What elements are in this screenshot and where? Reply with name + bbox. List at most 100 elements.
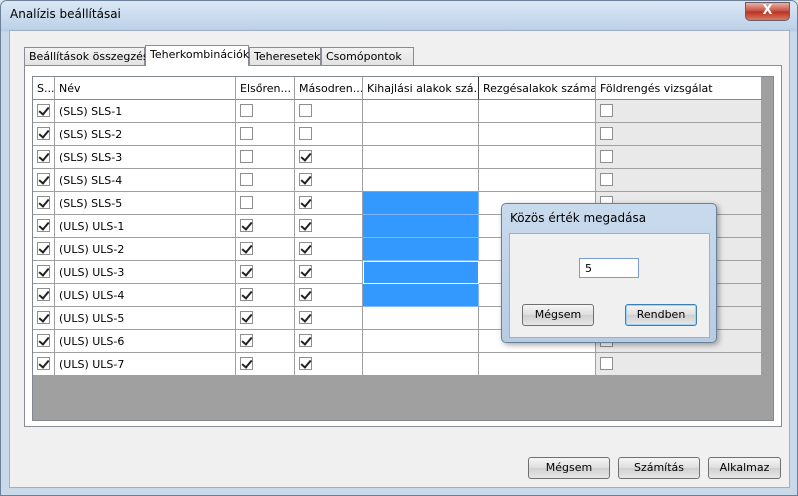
cell-name[interactable]: (SLS) SLS-3 [55, 146, 236, 169]
select-checkbox[interactable] [37, 104, 50, 117]
cell-name[interactable]: (ULS) ULS-3 [55, 261, 236, 284]
cell-name[interactable]: (SLS) SLS-5 [55, 192, 236, 215]
cell-select[interactable] [33, 146, 55, 169]
seismic-checkbox[interactable] [600, 104, 613, 117]
second-order-checkbox[interactable] [299, 104, 312, 117]
cell-name[interactable]: (ULS) ULS-5 [55, 307, 236, 330]
cell-select[interactable] [33, 123, 55, 146]
select-checkbox[interactable] [37, 127, 50, 140]
cell-seismic[interactable] [596, 146, 762, 169]
cell-vibration-modes[interactable] [479, 146, 596, 169]
cell-buckling-modes[interactable] [363, 123, 479, 146]
cell-first-order[interactable] [236, 215, 295, 238]
apply-button[interactable]: Alkalmaz [708, 457, 781, 479]
cell-buckling-modes[interactable] [363, 238, 479, 261]
first-order-checkbox[interactable] [240, 173, 253, 186]
cell-seismic[interactable] [596, 100, 762, 123]
tab-load-cases[interactable]: Teheresetek [249, 47, 321, 65]
cell-seismic[interactable] [596, 123, 762, 146]
column-header-select[interactable]: S... [33, 77, 55, 100]
select-checkbox[interactable] [37, 150, 50, 163]
tab-summary[interactable]: Beállítások összegzése [24, 47, 155, 65]
cell-buckling-modes[interactable] [363, 146, 479, 169]
cell-first-order[interactable] [236, 330, 295, 353]
compute-button[interactable]: Számítás [618, 457, 700, 479]
cell-first-order[interactable] [236, 192, 295, 215]
cell-vibration-modes[interactable] [479, 353, 596, 376]
first-order-checkbox[interactable] [240, 288, 253, 301]
seismic-checkbox[interactable] [600, 150, 613, 163]
second-order-checkbox[interactable] [299, 196, 312, 209]
select-checkbox[interactable] [37, 334, 50, 347]
table-row[interactable]: (SLS) SLS-4 [33, 169, 762, 192]
select-checkbox[interactable] [37, 265, 50, 278]
select-checkbox[interactable] [37, 311, 50, 324]
column-header-name[interactable]: Név [55, 77, 236, 100]
cell-buckling-modes[interactable] [363, 307, 479, 330]
cell-second-order[interactable] [295, 238, 363, 261]
first-order-checkbox[interactable] [240, 196, 253, 209]
cell-buckling-modes[interactable] [363, 261, 479, 284]
second-order-checkbox[interactable] [299, 150, 312, 163]
cell-name[interactable]: (ULS) ULS-4 [55, 284, 236, 307]
second-order-checkbox[interactable] [299, 127, 312, 140]
cell-first-order[interactable] [236, 169, 295, 192]
second-order-checkbox[interactable] [299, 173, 312, 186]
cell-first-order[interactable] [236, 284, 295, 307]
first-order-checkbox[interactable] [240, 357, 253, 370]
cell-select[interactable] [33, 215, 55, 238]
cell-select[interactable] [33, 353, 55, 376]
cell-select[interactable] [33, 100, 55, 123]
cell-select[interactable] [33, 330, 55, 353]
cell-name[interactable]: (ULS) ULS-1 [55, 215, 236, 238]
dialog-cancel-button[interactable]: Mégsem [522, 304, 594, 326]
cell-second-order[interactable] [295, 169, 363, 192]
cell-first-order[interactable] [236, 261, 295, 284]
first-order-checkbox[interactable] [240, 219, 253, 232]
cell-buckling-modes[interactable] [363, 215, 479, 238]
first-order-checkbox[interactable] [240, 265, 253, 278]
cell-second-order[interactable] [295, 307, 363, 330]
cell-name[interactable]: (ULS) ULS-2 [55, 238, 236, 261]
second-order-checkbox[interactable] [299, 288, 312, 301]
title-bar[interactable]: Analízis beállításai X [1, 1, 797, 29]
cell-select[interactable] [33, 238, 55, 261]
cell-buckling-modes[interactable] [363, 330, 479, 353]
cell-second-order[interactable] [295, 192, 363, 215]
select-checkbox[interactable] [37, 357, 50, 370]
cell-first-order[interactable] [236, 307, 295, 330]
select-checkbox[interactable] [37, 196, 50, 209]
close-button[interactable]: X [745, 2, 790, 21]
column-header-seismic[interactable]: Földrengés vizsgálat [596, 77, 762, 100]
cell-buckling-modes[interactable] [363, 284, 479, 307]
first-order-checkbox[interactable] [240, 127, 253, 140]
second-order-checkbox[interactable] [299, 219, 312, 232]
tab-nodes[interactable]: Csomópontok [321, 47, 414, 65]
cell-second-order[interactable] [295, 330, 363, 353]
select-checkbox[interactable] [37, 173, 50, 186]
table-row[interactable]: (SLS) SLS-3 [33, 146, 762, 169]
table-row[interactable]: (SLS) SLS-2 [33, 123, 762, 146]
cancel-button[interactable]: Mégsem [528, 457, 610, 479]
cell-first-order[interactable] [236, 146, 295, 169]
cell-vibration-modes[interactable] [479, 169, 596, 192]
cell-first-order[interactable] [236, 238, 295, 261]
seismic-checkbox[interactable] [600, 127, 613, 140]
cell-first-order[interactable] [236, 123, 295, 146]
cell-second-order[interactable] [295, 261, 363, 284]
cell-name[interactable]: (SLS) SLS-1 [55, 100, 236, 123]
first-order-checkbox[interactable] [240, 104, 253, 117]
cell-buckling-modes[interactable] [363, 353, 479, 376]
first-order-checkbox[interactable] [240, 242, 253, 255]
cell-vibration-modes[interactable] [479, 123, 596, 146]
second-order-checkbox[interactable] [299, 265, 312, 278]
second-order-checkbox[interactable] [299, 334, 312, 347]
cell-select[interactable] [33, 169, 55, 192]
cell-name[interactable]: (ULS) ULS-6 [55, 330, 236, 353]
cell-buckling-modes[interactable] [363, 100, 479, 123]
cell-seismic[interactable] [596, 353, 762, 376]
cell-select[interactable] [33, 284, 55, 307]
cell-second-order[interactable] [295, 100, 363, 123]
cell-second-order[interactable] [295, 146, 363, 169]
select-checkbox[interactable] [37, 219, 50, 232]
